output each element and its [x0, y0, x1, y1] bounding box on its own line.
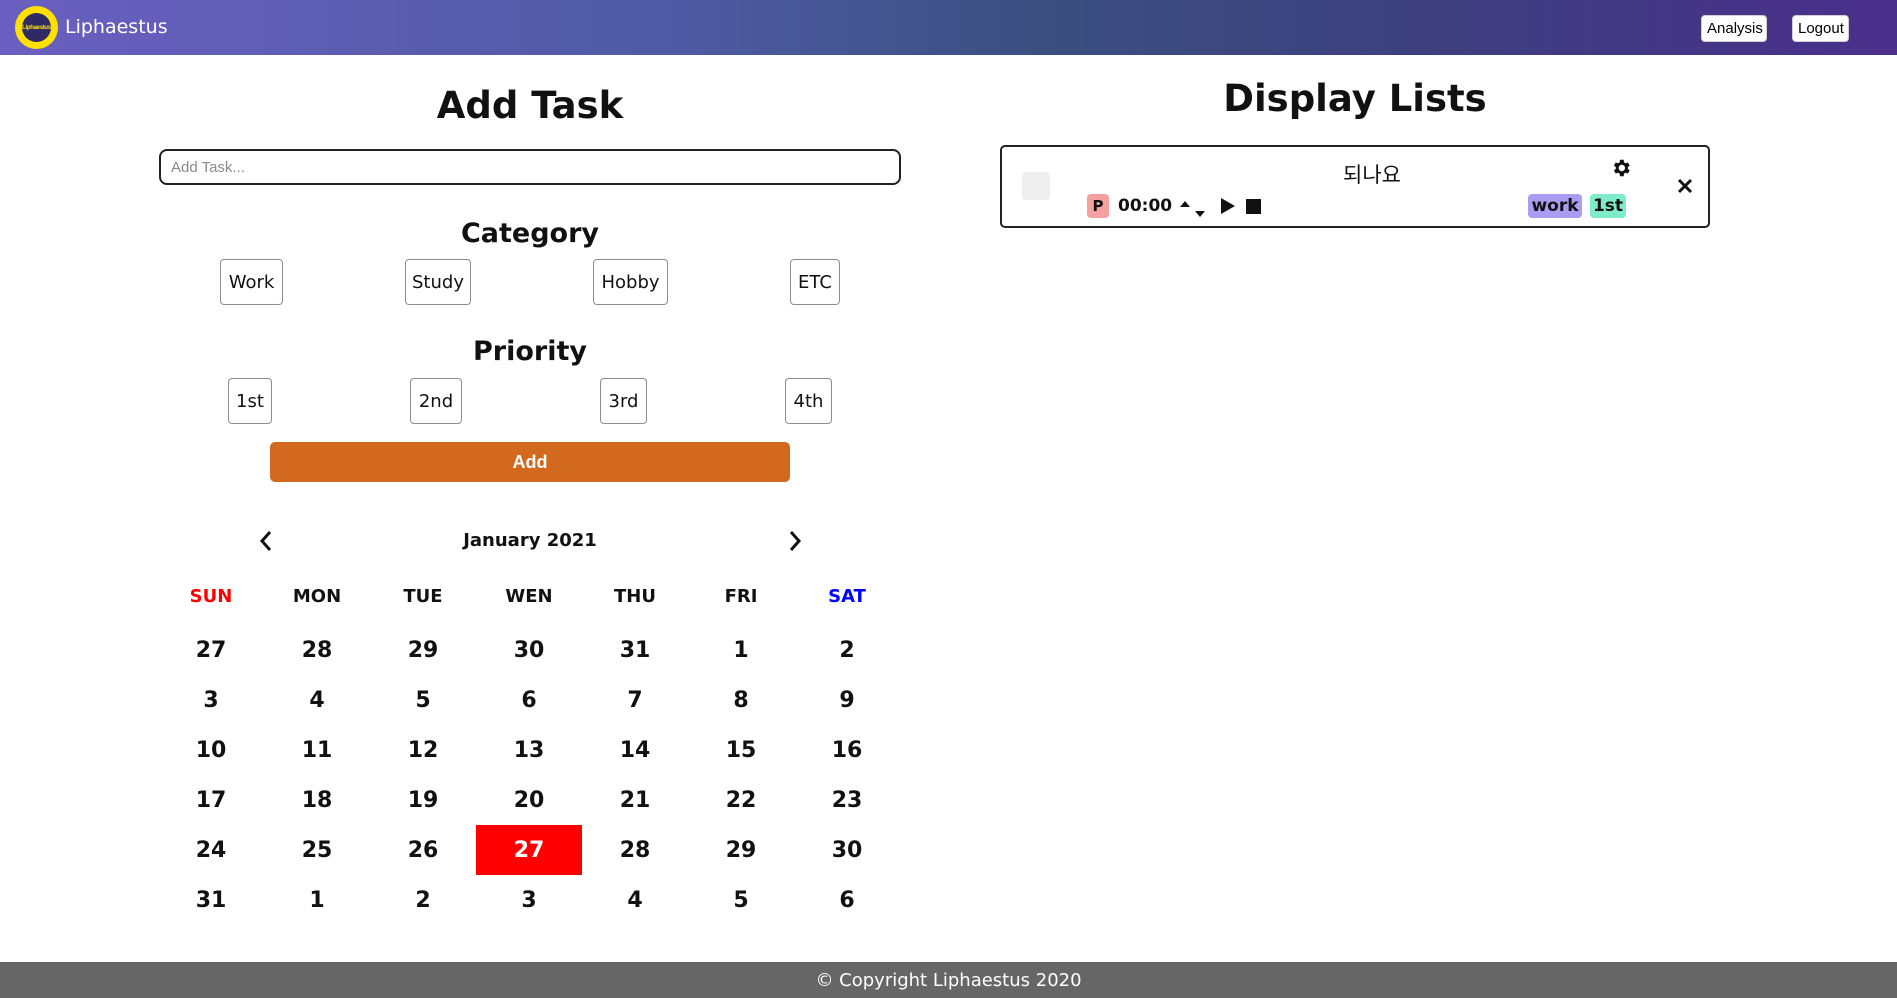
weekday-wen: WEN [505, 585, 553, 607]
calendar-day[interactable]: 15 [688, 725, 794, 775]
calendar-day[interactable]: 26 [370, 825, 476, 875]
calendar-day[interactable]: 23 [794, 775, 900, 825]
calendar-day[interactable]: 10 [158, 725, 264, 775]
calendar-day[interactable]: 6 [476, 675, 582, 725]
calendar-day[interactable]: 17 [158, 775, 264, 825]
calendar-day[interactable]: 18 [264, 775, 370, 825]
close-icon[interactable] [1675, 176, 1695, 196]
task-title: 되나요 [1343, 163, 1401, 187]
calendar-day[interactable]: 22 [688, 775, 794, 825]
priority-2nd-button[interactable]: 2nd [410, 378, 462, 424]
calendar-day[interactable]: 12 [370, 725, 476, 775]
category-study-button[interactable]: Study [405, 259, 471, 305]
logo-mark: Liphaestus [22, 13, 51, 42]
gear-icon[interactable] [1610, 157, 1632, 179]
calendar-day[interactable]: 24 [158, 825, 264, 875]
add-task-input[interactable] [159, 149, 901, 185]
weekday-tue: TUE [403, 585, 443, 607]
top-navbar: Liphaestus Liphaestus Analysis Logout [0, 0, 1897, 55]
add-button[interactable]: Add [270, 442, 790, 482]
calendar-day[interactable]: 25 [264, 825, 370, 875]
priority-tag: 1st [1590, 194, 1626, 218]
footer: © Copyright Liphaestus 2020 [0, 962, 1897, 998]
chevron-left-icon[interactable] [258, 528, 274, 559]
calendar-month-label: January 2021 [463, 530, 597, 551]
calendar-day[interactable]: 30 [794, 825, 900, 875]
logo[interactable]: Liphaestus [15, 6, 58, 49]
calendar-grid: SUN MON TUE WEN THU FRI SAT 27 28 29 30 31 1 2 3 4 5 6 7 8 9… [158, 575, 900, 925]
display-lists-title: Display Lists [1223, 77, 1487, 120]
calendar-day[interactable]: 4 [582, 875, 688, 925]
priority-title: Priority [473, 336, 587, 367]
category-work-button[interactable]: Work [220, 259, 283, 305]
calendar-day[interactable]: 3 [476, 875, 582, 925]
add-task-title: Add Task [436, 84, 624, 127]
calendar-day[interactable]: 19 [370, 775, 476, 825]
decrease-time-icon[interactable] [1194, 204, 1206, 223]
weekday-sun: SUN [189, 585, 233, 607]
calendar-day[interactable]: 1 [688, 625, 794, 675]
calendar-day[interactable]: 29 [370, 625, 476, 675]
analysis-button[interactable]: Analysis [1701, 15, 1767, 42]
task-done-checkbox[interactable] [1022, 172, 1050, 200]
calendar-day[interactable]: 30 [476, 625, 582, 675]
weekday-thu: THU [614, 585, 656, 607]
calendar-day[interactable]: 5 [370, 675, 476, 725]
calendar-day[interactable]: 16 [794, 725, 900, 775]
calendar-day[interactable]: 9 [794, 675, 900, 725]
calendar-day[interactable]: 6 [794, 875, 900, 925]
calendar-day[interactable]: 31 [582, 625, 688, 675]
category-tag: work [1528, 194, 1582, 218]
calendar-day[interactable]: 31 [158, 875, 264, 925]
weekday-mon: MON [292, 585, 342, 607]
task-card: 되나요 P 00:00 work 1st [1000, 145, 1710, 228]
stop-icon[interactable] [1246, 199, 1261, 218]
calendar-day[interactable]: 1 [264, 875, 370, 925]
calendar-day[interactable]: 3 [158, 675, 264, 725]
category-etc-button[interactable]: ETC [790, 259, 840, 305]
calendar-day[interactable]: 8 [688, 675, 794, 725]
weekday-fri: FRI [724, 585, 758, 607]
calendar-day[interactable]: 28 [264, 625, 370, 675]
priority-1st-button[interactable]: 1st [228, 378, 272, 424]
timer-display: 00:00 [1118, 196, 1173, 216]
calendar-day[interactable]: 21 [582, 775, 688, 825]
calendar-day[interactable]: 28 [582, 825, 688, 875]
priority-3rd-button[interactable]: 3rd [600, 378, 647, 424]
category-title: Category [460, 218, 600, 249]
logout-button[interactable]: Logout [1792, 15, 1849, 42]
calendar-day[interactable]: 14 [582, 725, 688, 775]
calendar-day[interactable]: 5 [688, 875, 794, 925]
calendar-day[interactable]: 2 [794, 625, 900, 675]
category-hobby-button[interactable]: Hobby [593, 259, 668, 305]
calendar-day[interactable]: 7 [582, 675, 688, 725]
pomodoro-badge[interactable]: P [1087, 194, 1109, 218]
calendar-day[interactable]: 2 [370, 875, 476, 925]
chevron-right-icon[interactable] [787, 528, 803, 559]
weekday-sat: SAT [828, 585, 866, 607]
calendar-day[interactable]: 11 [264, 725, 370, 775]
footer-copyright: © Copyright Liphaestus 2020 [815, 969, 1082, 991]
calendar-day[interactable]: 13 [476, 725, 582, 775]
play-icon[interactable] [1220, 197, 1236, 219]
calendar-day[interactable]: 29 [688, 825, 794, 875]
calendar-day-selected[interactable]: 27 [476, 825, 582, 875]
calendar-day[interactable]: 27 [158, 625, 264, 675]
brand-name[interactable]: Liphaestus [65, 16, 168, 38]
calendar-day[interactable]: 4 [264, 675, 370, 725]
increase-time-icon[interactable] [1179, 194, 1191, 213]
calendar-day[interactable]: 20 [476, 775, 582, 825]
priority-4th-button[interactable]: 4th [785, 378, 832, 424]
